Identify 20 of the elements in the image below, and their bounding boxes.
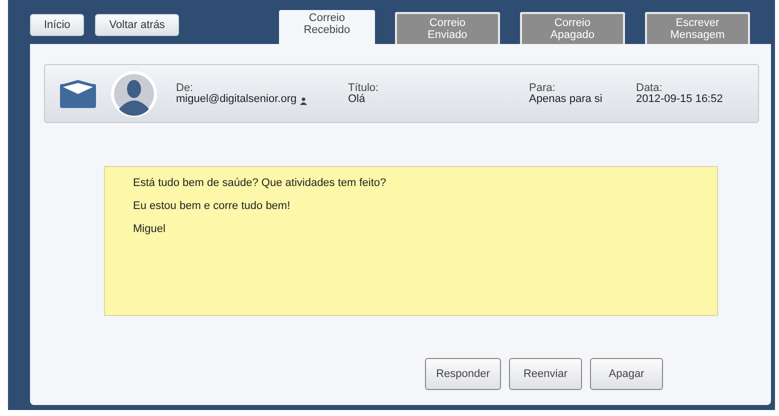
avatar-icon	[110, 70, 158, 118]
message-date: 2012-09-15 16:52	[636, 94, 723, 104]
message-line: Eu estou bem e corre tudo bem!	[133, 200, 292, 212]
action-button[interactable]: Reenviar	[509, 358, 582, 390]
tab[interactable]: Correio Recebido	[278, 10, 375, 44]
date-label: Data:	[636, 82, 664, 94]
action-button[interactable]: Apagar	[590, 358, 663, 390]
nav-button[interactable]: Voltar atrás	[95, 14, 179, 36]
envelope-icon	[60, 80, 96, 108]
person-icon	[300, 96, 307, 104]
title-label: Título:	[348, 82, 380, 94]
nav-button[interactable]: Início	[30, 14, 84, 36]
from-label: De:	[176, 82, 194, 94]
action-button[interactable]: Responder	[425, 358, 501, 390]
to-label: Para:	[529, 82, 556, 94]
message-line: Miguel	[133, 223, 166, 235]
recipient: Apenas para si	[529, 94, 604, 104]
message-title: Olá	[348, 94, 366, 104]
sender-email: miguel@digitalsenior.org	[176, 94, 297, 104]
message-line: Está tudo bem de saúde? Que atividades tem feito?	[133, 177, 388, 189]
